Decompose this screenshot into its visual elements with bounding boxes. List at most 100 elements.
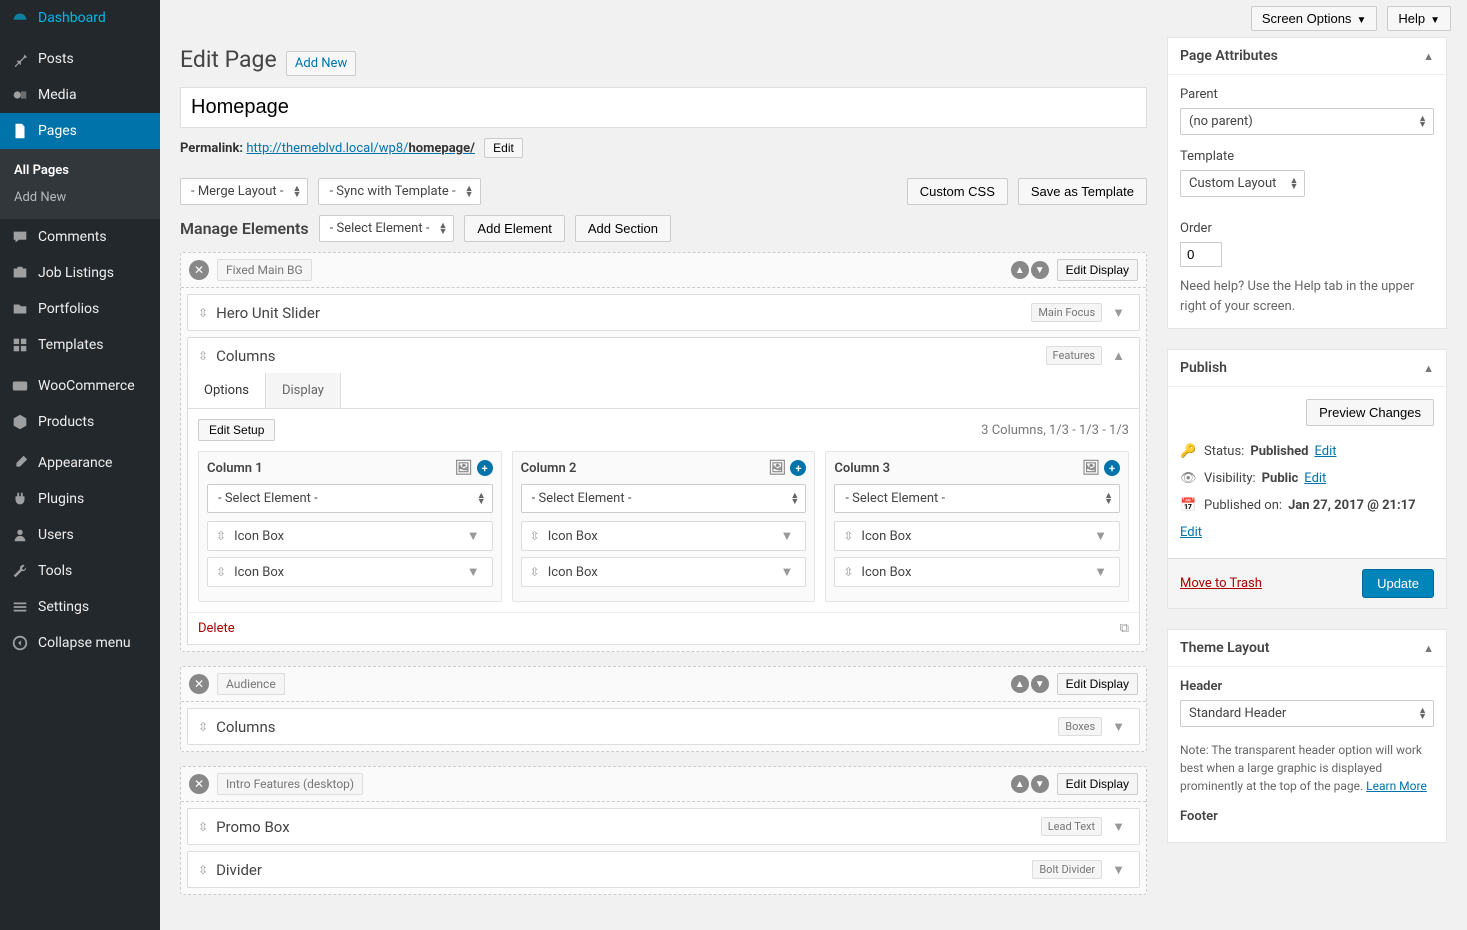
post-title-input[interactable]: [180, 87, 1147, 128]
collapse-toggle-icon[interactable]: ▼: [1108, 862, 1129, 878]
save-template-button[interactable]: Save as Template: [1018, 178, 1147, 205]
edit-display-button[interactable]: Edit Display: [1057, 673, 1138, 695]
move-to-trash-link[interactable]: Move to Trash: [1180, 576, 1262, 591]
section-name-tag[interactable]: Audience: [217, 673, 285, 695]
permalink-edit-button[interactable]: Edit: [484, 138, 523, 158]
section-move-up-button[interactable]: ▲: [1011, 675, 1029, 693]
tab-options[interactable]: Options: [188, 373, 266, 408]
element-promo-box[interactable]: ⇳ Promo Box Lead Text ▼: [187, 808, 1140, 845]
add-element-button[interactable]: Add Element: [464, 215, 564, 242]
section-move-down-button[interactable]: ▼: [1031, 675, 1049, 693]
section-remove-button[interactable]: ✕: [189, 674, 209, 694]
sidebar-item-woocommerce[interactable]: WooCommerce: [0, 368, 160, 404]
section-name-tag[interactable]: Fixed Main BG: [217, 259, 312, 281]
image-icon[interactable]: 🖼: [455, 460, 473, 476]
postbox-toggle-icon[interactable]: ▲: [1423, 362, 1434, 375]
sidebar-item-job-listings[interactable]: Job Listings: [0, 255, 160, 291]
visibility-edit-link[interactable]: Edit: [1304, 471, 1326, 486]
drag-handle-icon[interactable]: ⇳: [198, 863, 208, 877]
section-remove-button[interactable]: ✕: [189, 774, 209, 794]
sidebar-item-pages[interactable]: Pages: [0, 113, 160, 149]
sidebar-item-portfolios[interactable]: Portfolios: [0, 291, 160, 327]
column-element-row[interactable]: ⇳Icon Box▼: [207, 521, 493, 551]
section-move-up-button[interactable]: ▲: [1011, 261, 1029, 279]
element-divider[interactable]: ⇳ Divider Bolt Divider ▼: [187, 851, 1140, 888]
column-element-row[interactable]: ⇳Icon Box▼: [834, 557, 1120, 587]
submenu-add-new[interactable]: Add New: [0, 184, 160, 211]
drag-handle-icon[interactable]: ⇳: [530, 565, 540, 579]
collapse-toggle-icon[interactable]: ▼: [1108, 719, 1129, 735]
drag-handle-icon[interactable]: ⇳: [216, 529, 226, 543]
add-section-button[interactable]: Add Section: [575, 215, 671, 242]
column-element-row[interactable]: ⇳Icon Box▼: [207, 557, 493, 587]
order-input[interactable]: [1180, 242, 1222, 267]
postbox-toggle-icon[interactable]: ▲: [1423, 642, 1434, 655]
collapse-toggle-icon[interactable]: ▼: [463, 564, 484, 580]
sidebar-item-products[interactable]: Products: [0, 404, 160, 440]
drag-handle-icon[interactable]: ⇳: [843, 565, 853, 579]
status-edit-link[interactable]: Edit: [1314, 444, 1336, 459]
column-select-element[interactable]: - Select Element -▲▼: [834, 484, 1120, 513]
collapse-toggle-icon[interactable]: ▼: [776, 564, 797, 580]
section-name-tag[interactable]: Intro Features (desktop): [217, 773, 363, 795]
section-move-down-button[interactable]: ▼: [1031, 775, 1049, 793]
column-element-row[interactable]: ⇳Icon Box▼: [521, 521, 807, 551]
column-select-element[interactable]: - Select Element -▲▼: [207, 484, 493, 513]
element-columns[interactable]: ⇳ Columns Boxes ▼: [187, 708, 1140, 745]
drag-handle-icon[interactable]: ⇳: [530, 529, 540, 543]
parent-select[interactable]: (no parent)▲▼: [1180, 108, 1434, 135]
sync-template-select[interactable]: - Sync with Template - ▲▼: [318, 178, 480, 205]
collapse-toggle-icon[interactable]: ▼: [776, 528, 797, 544]
add-new-page-button[interactable]: Add New: [286, 51, 356, 76]
drag-handle-icon[interactable]: ⇳: [843, 529, 853, 543]
sidebar-item-collapse[interactable]: Collapse menu: [0, 625, 160, 661]
section-move-up-button[interactable]: ▲: [1011, 775, 1029, 793]
collapse-toggle-icon[interactable]: ▲: [1108, 348, 1129, 364]
column-select-element[interactable]: - Select Element -▲▼: [521, 484, 807, 513]
permalink-link[interactable]: http://themeblvd.local/wp8/homepage/: [246, 141, 475, 156]
custom-css-button[interactable]: Custom CSS: [907, 178, 1008, 205]
duplicate-icon[interactable]: ⧉: [1120, 621, 1129, 636]
add-icon[interactable]: +: [1104, 460, 1120, 476]
drag-handle-icon[interactable]: ⇳: [198, 820, 208, 834]
edit-display-button[interactable]: Edit Display: [1057, 773, 1138, 795]
image-icon[interactable]: 🖼: [1082, 460, 1100, 476]
section-remove-button[interactable]: ✕: [189, 260, 209, 280]
update-button[interactable]: Update: [1362, 569, 1434, 598]
collapse-toggle-icon[interactable]: ▼: [1090, 564, 1111, 580]
postbox-toggle-icon[interactable]: ▲: [1423, 50, 1434, 63]
element-columns[interactable]: ⇳ Columns Features ▲: [187, 337, 1140, 373]
drag-handle-icon[interactable]: ⇳: [198, 349, 208, 363]
sidebar-item-plugins[interactable]: Plugins: [0, 481, 160, 517]
collapse-toggle-icon[interactable]: ▼: [1108, 305, 1129, 321]
drag-handle-icon[interactable]: ⇳: [216, 565, 226, 579]
sidebar-item-templates[interactable]: Templates: [0, 327, 160, 363]
select-element-dropdown[interactable]: - Select Element - ▲▼: [319, 215, 455, 242]
help-button[interactable]: Help▼: [1387, 6, 1451, 31]
add-icon[interactable]: +: [790, 460, 806, 476]
sidebar-item-users[interactable]: Users: [0, 517, 160, 553]
template-select[interactable]: Custom Layout▲▼: [1180, 170, 1305, 197]
published-edit-link[interactable]: Edit: [1180, 525, 1202, 540]
merge-layout-select[interactable]: - Merge Layout - ▲▼: [180, 178, 308, 205]
drag-handle-icon[interactable]: ⇳: [198, 306, 208, 320]
edit-setup-button[interactable]: Edit Setup: [198, 419, 275, 441]
column-element-row[interactable]: ⇳Icon Box▼: [521, 557, 807, 587]
delete-element-link[interactable]: Delete: [198, 621, 235, 636]
sidebar-item-posts[interactable]: Posts: [0, 41, 160, 77]
add-icon[interactable]: +: [477, 460, 493, 476]
sidebar-item-settings[interactable]: Settings: [0, 589, 160, 625]
sidebar-item-appearance[interactable]: Appearance: [0, 445, 160, 481]
column-element-row[interactable]: ⇳Icon Box▼: [834, 521, 1120, 551]
element-hero-unit-slider[interactable]: ⇳ Hero Unit Slider Main Focus ▼: [187, 294, 1140, 331]
learn-more-link[interactable]: Learn More: [1366, 779, 1427, 793]
preview-changes-button[interactable]: Preview Changes: [1306, 399, 1434, 426]
sidebar-item-dashboard[interactable]: Dashboard: [0, 0, 160, 36]
header-select[interactable]: Standard Header▲▼: [1180, 700, 1434, 727]
sidebar-item-tools[interactable]: Tools: [0, 553, 160, 589]
drag-handle-icon[interactable]: ⇳: [198, 720, 208, 734]
sidebar-item-media[interactable]: Media: [0, 77, 160, 113]
tab-display[interactable]: Display: [266, 373, 341, 408]
image-icon[interactable]: 🖼: [769, 460, 787, 476]
collapse-toggle-icon[interactable]: ▼: [1108, 819, 1129, 835]
